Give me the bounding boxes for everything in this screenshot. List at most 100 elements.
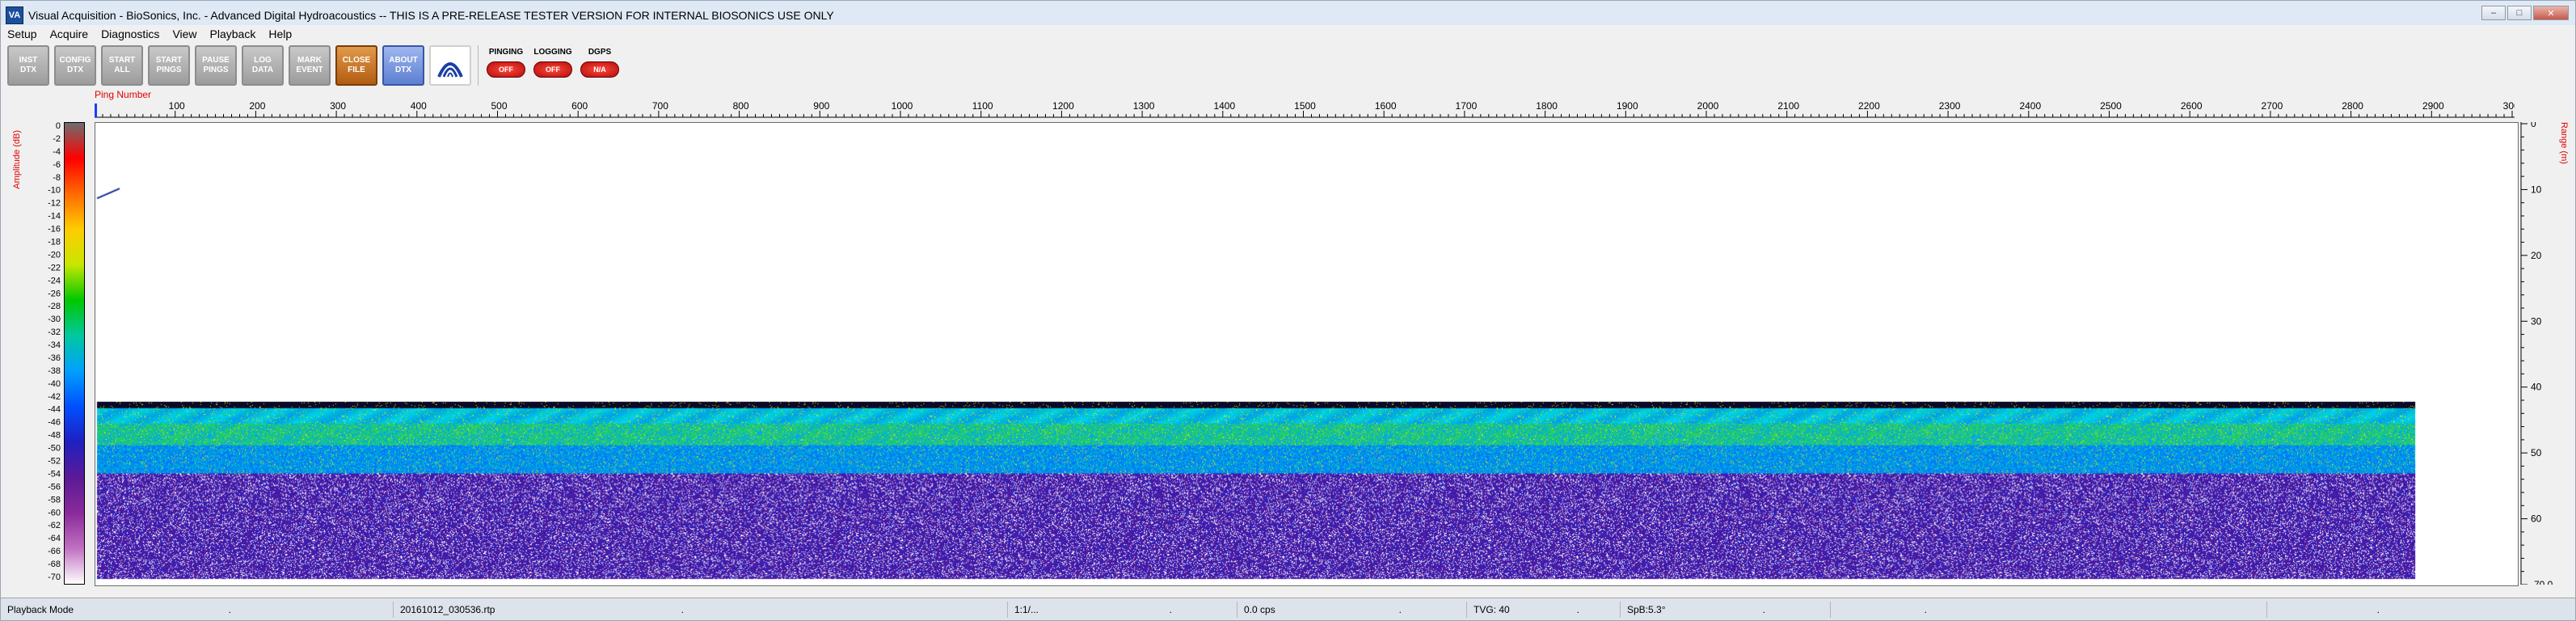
ping-cursor-marker[interactable] [95, 104, 97, 117]
range-tick-label: -70.0 [2531, 579, 2553, 585]
amplitude-tick-label: -40 [48, 379, 61, 389]
amplitude-tick-label: -28 [48, 302, 61, 311]
amplitude-tick-label: -18 [48, 237, 61, 247]
status-cps-text: 0.0 cps [1244, 603, 1275, 615]
amplitude-tick-label: -30 [48, 315, 61, 324]
ping-tick-label: 2300 [1939, 100, 1961, 112]
range-tick-label: 10 [2531, 184, 2542, 195]
menu-diagnostics[interactable]: Diagnostics [95, 27, 166, 40]
status-extra-2-dot: . [2376, 603, 2380, 615]
ping-tick-label: 3000 [2503, 100, 2515, 112]
mark-event-button[interactable]: MARK EVENT [289, 45, 331, 86]
amplitude-tick-label: -6 [53, 160, 61, 170]
amplitude-tick-label: -48 [48, 431, 61, 441]
window-controls: – □ ✕ [2481, 6, 2569, 20]
status-file-text: 20161012_030536.rtp [400, 603, 495, 615]
status-tvg-text: TVG: 40 [1474, 603, 1510, 615]
ping-tick-label: 1300 [1133, 100, 1155, 112]
ping-tick-label: 2200 [1858, 100, 1880, 112]
amplitude-tick-label: -22 [48, 263, 61, 272]
amplitude-tick-label: -2 [53, 134, 61, 144]
amplitude-tick-label: -52 [48, 457, 61, 467]
status-scale-text: 1:1/... [1014, 603, 1039, 615]
pause-pings-button[interactable]: PAUSE PINGS [195, 45, 237, 86]
start-pings-button[interactable]: START PINGS [148, 45, 190, 86]
menu-setup[interactable]: Setup [1, 27, 44, 40]
ping-tick-label: 1800 [1536, 100, 1558, 112]
ping-tick-label: 2500 [2100, 100, 2122, 112]
amplitude-tick-label: -34 [48, 340, 61, 350]
amplitude-tick-label: -56 [48, 482, 61, 492]
range-tick-label: 20 [2531, 250, 2542, 261]
inst-dtx-button[interactable]: INST DTX [7, 45, 49, 86]
status-scale: 1:1/.... [1008, 601, 1237, 618]
amplitude-tick-label: -26 [48, 289, 61, 298]
ping-number-axis-label: Ping Number [95, 89, 152, 100]
close-window-button[interactable]: ✕ [2533, 6, 2569, 20]
close-file-button[interactable]: CLOSE FILE [335, 45, 377, 86]
status-extra-2: . [2267, 602, 2574, 618]
dgps-status-badge: N/A [580, 61, 619, 78]
menu-playback[interactable]: Playback [204, 27, 263, 40]
echogram-plot[interactable] [95, 122, 2519, 586]
logging-status-badge: OFF [533, 61, 572, 78]
logging-indicator: LOGGING OFF [530, 45, 575, 86]
ping-tick-label: 1500 [1294, 100, 1316, 112]
status-file: 20161012_030536.rtp. [394, 601, 1008, 618]
colorbar-gradient [65, 123, 84, 584]
ping-tick-label: 700 [652, 100, 668, 112]
menu-acquire[interactable]: Acquire [44, 27, 95, 40]
ping-tick-label: 1100 [972, 100, 993, 112]
ping-tick-label: 800 [733, 100, 749, 112]
biosonics-logo-icon[interactable] [429, 45, 471, 86]
range-tick-label: 30 [2531, 315, 2542, 327]
minimize-button[interactable]: – [2481, 6, 2506, 20]
ping-tick-label: 200 [249, 100, 265, 112]
amplitude-tick-labels: 0 -2 -4 -6 -8 -10 -12 -14 -16 -18 -20 -22 -24 -26 -28 -… [48, 122, 61, 582]
menu-view[interactable]: View [166, 27, 203, 40]
application-window: VA Visual Acquisition - BioSonics, Inc. … [0, 0, 2576, 621]
amplitude-tick-label: -12 [48, 199, 61, 209]
ping-tick-label: 2000 [1697, 100, 1719, 112]
ping-tick-label: 1700 [1456, 100, 1478, 112]
status-tvg-dot: . [1576, 603, 1579, 615]
pinging-status-badge: OFF [487, 61, 525, 78]
biosonics-logo-svg [437, 62, 463, 78]
amplitude-colorbar [64, 122, 85, 585]
ping-tick-label: 2100 [1777, 100, 1799, 112]
ping-tick-label: 900 [813, 100, 829, 112]
status-tvg: TVG: 40. [1467, 601, 1621, 618]
amplitude-tick-label: -24 [48, 276, 61, 285]
maximize-button[interactable]: □ [2507, 6, 2532, 20]
start-all-button[interactable]: START ALL [101, 45, 143, 86]
config-dtx-button[interactable]: CONFIG DTX [54, 45, 96, 86]
status-scale-dot: . [1169, 603, 1172, 615]
menu-bar: Setup Acquire Diagnostics View Playback … [1, 25, 2575, 43]
toolbar-separator [478, 45, 479, 86]
ping-tick-label: 600 [571, 100, 588, 112]
about-dtx-button[interactable]: ABOUT DTX [382, 45, 424, 86]
amplitude-tick-label: -4 [53, 147, 61, 157]
range-axis-label: Range (m) [2559, 122, 2569, 164]
amplitude-tick-label: -62 [48, 521, 61, 530]
range-tick-label: 0 [2531, 122, 2536, 129]
amplitude-tick-label: -58 [48, 495, 61, 505]
ping-tick-label: 1600 [1375, 100, 1397, 112]
menu-help[interactable]: Help [262, 27, 298, 40]
range-tick-label: 60 [2531, 513, 2542, 525]
amplitude-tick-label: -42 [48, 392, 61, 402]
pinging-label: PINGING [488, 48, 524, 57]
amplitude-tick-label: -36 [48, 353, 61, 363]
ping-tick-label: 1200 [1052, 100, 1074, 112]
amplitude-tick-label: -60 [48, 508, 61, 518]
status-mode: Playback Mode. [1, 601, 394, 618]
amplitude-tick-label: -8 [53, 173, 61, 183]
status-spb: SpB:5.3°. [1621, 601, 1831, 618]
log-data-button[interactable]: LOG DATA [242, 45, 284, 86]
toolbar: INST DTX CONFIG DTX START ALL START PING… [1, 43, 2575, 88]
status-extra-1-dot: . [1924, 603, 1927, 615]
ping-tick-label: 1000 [892, 100, 913, 112]
ping-tick-label: 300 [330, 100, 346, 112]
status-spb-text: SpB:5.3° [1627, 603, 1666, 615]
amplitude-tick-label: -66 [48, 547, 61, 556]
